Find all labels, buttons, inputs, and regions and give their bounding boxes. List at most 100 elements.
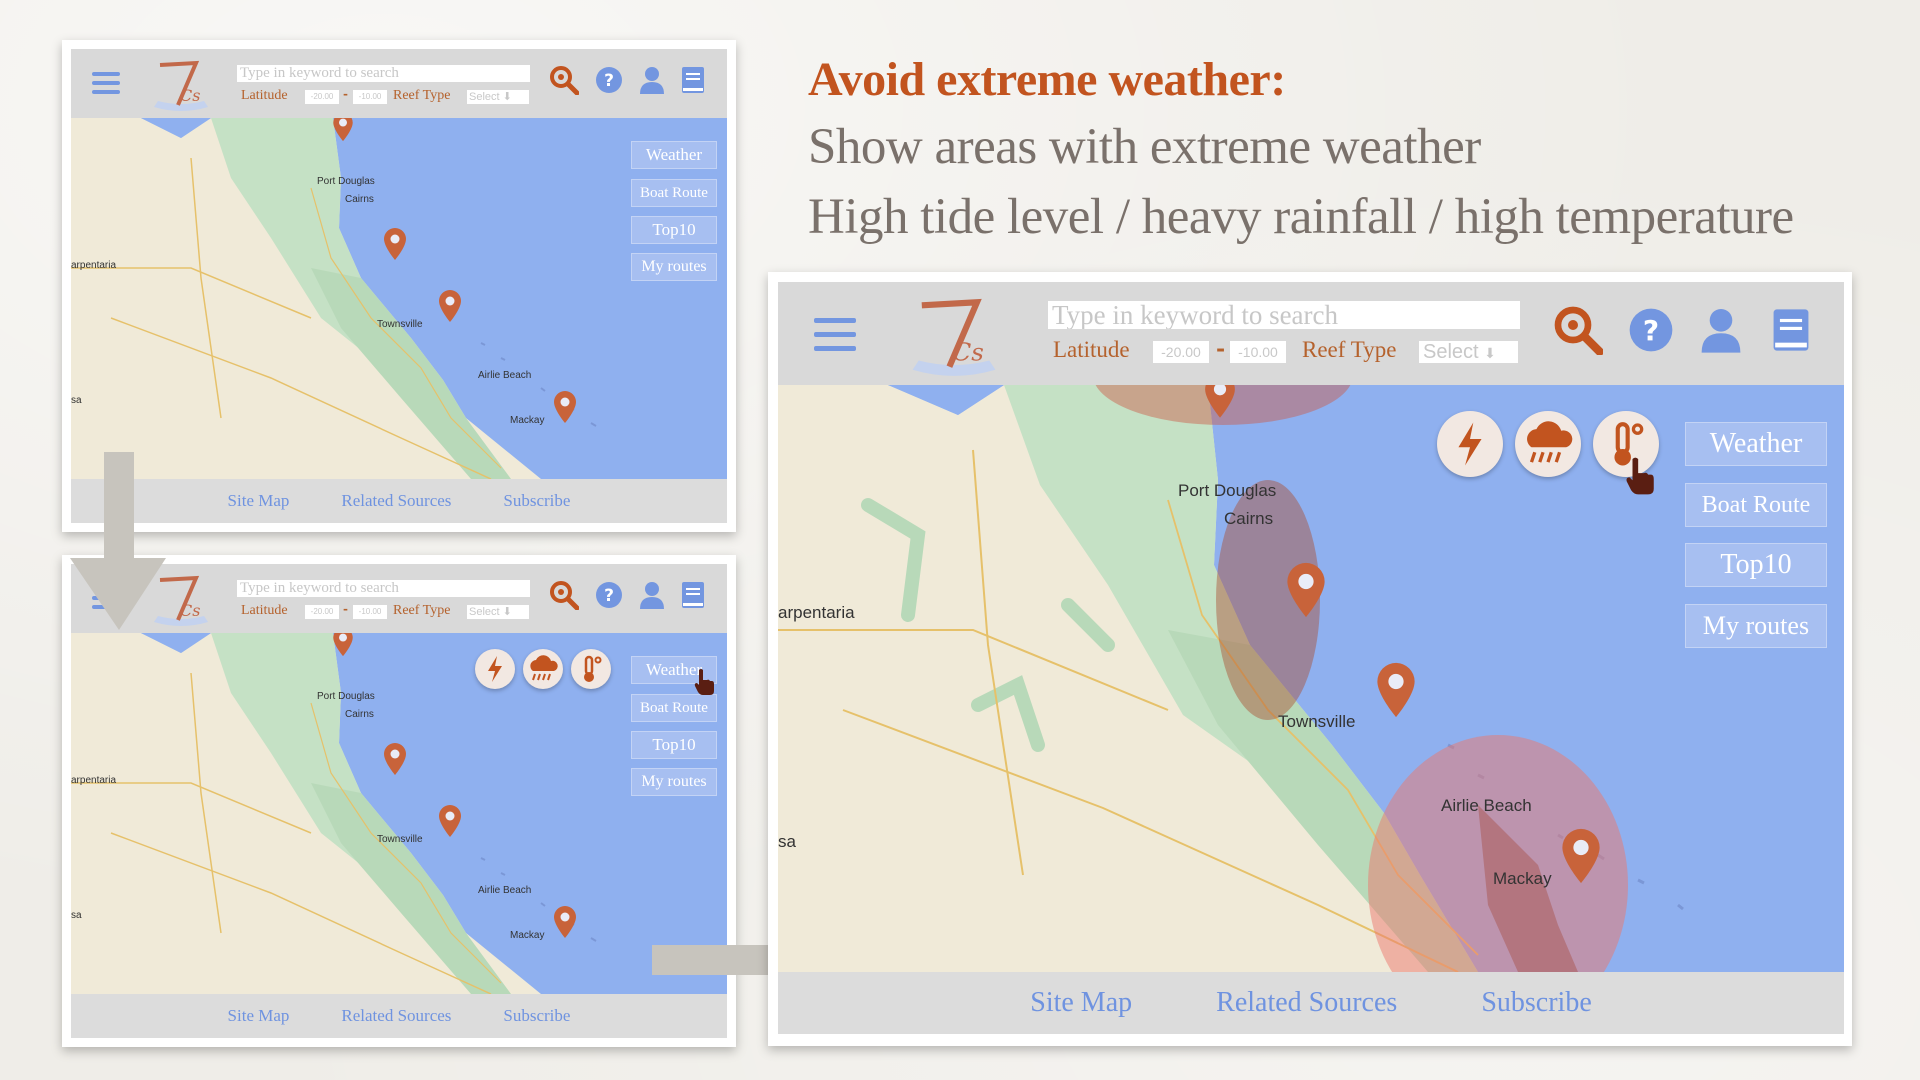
arrow-down-icon (70, 452, 166, 630)
map-pin-icon[interactable] (1198, 385, 1242, 419)
latitude-dash: - (343, 87, 348, 101)
place-label-port-douglas: Port Douglas (317, 691, 375, 702)
footer-link-subscribe[interactable]: Subscribe (1481, 987, 1591, 1019)
map-pin-icon[interactable] (437, 289, 463, 323)
user-icon[interactable] (1700, 307, 1742, 353)
book-icon[interactable] (1772, 307, 1810, 353)
chevron-down-icon: ⬇ (1484, 345, 1496, 361)
boat-route-button[interactable]: Boat Route (1685, 483, 1827, 527)
app-footer: Site Map Related Sources Subscribe (778, 972, 1844, 1034)
reef-type-select[interactable]: Select ⬇ (467, 90, 529, 104)
place-label-townsville: Townsville (377, 834, 423, 845)
footer-link-site-map[interactable]: Site Map (228, 491, 290, 511)
logo-icon: Cs (154, 60, 208, 111)
map-pin-icon[interactable] (552, 390, 578, 424)
latitude-max-input[interactable]: -10.00 (1230, 341, 1286, 363)
place-label-mackay: Mackay (510, 930, 545, 941)
slide-line-2: High tide level / heavy rainfall / high … (808, 189, 1794, 245)
footer-link-site-map[interactable]: Site Map (228, 1006, 290, 1026)
latitude-min-input[interactable]: -20.00 (1153, 341, 1209, 363)
user-icon[interactable] (639, 66, 665, 94)
my-routes-button[interactable]: My routes (631, 253, 717, 281)
map-view[interactable]: Port Douglas Cairns Townsville Airlie Be… (71, 118, 727, 479)
place-label-airlie-beach: Airlie Beach (478, 370, 532, 381)
logo-icon: Cs (912, 298, 996, 376)
footer-link-related-sources[interactable]: Related Sources (341, 491, 451, 511)
reef-type-select[interactable]: Select ⬇ (1419, 341, 1518, 363)
map-pin-icon[interactable] (330, 118, 356, 142)
boat-route-button[interactable]: Boat Route (631, 179, 717, 207)
search-icon[interactable] (1553, 305, 1603, 355)
map-pin-icon[interactable] (330, 633, 356, 657)
footer-link-subscribe[interactable]: Subscribe (503, 491, 570, 511)
latitude-max-input[interactable]: -10.00 (353, 90, 387, 104)
app-footer: Site Map Related Sources Subscribe (71, 994, 727, 1038)
chevron-down-icon: ⬇ (502, 606, 512, 618)
hand-cursor-icon (694, 669, 714, 695)
lightning-button[interactable] (475, 649, 515, 689)
map-pin-icon[interactable] (1284, 561, 1328, 619)
place-label-port-douglas: Port Douglas (1178, 481, 1277, 500)
place-label-sa: sa (71, 395, 82, 406)
latitude-min-input[interactable]: -20.00 (305, 605, 339, 619)
top10-button[interactable]: Top10 (631, 216, 717, 244)
map-view[interactable]: Port Douglas Cairns Townsville Airlie Be… (71, 633, 727, 994)
help-icon[interactable]: ? (1628, 307, 1674, 353)
search-input[interactable]: Type in keyword to search (237, 580, 530, 597)
latitude-min-input[interactable]: -20.00 (305, 90, 339, 104)
lightning-icon (488, 656, 502, 682)
reef-type-select-value: Select (1423, 341, 1479, 363)
latitude-dash: - (1216, 336, 1226, 362)
map-pin-icon[interactable] (1374, 661, 1418, 719)
place-label-airlie-beach: Airlie Beach (478, 885, 532, 896)
search-icon[interactable] (549, 580, 579, 610)
temperature-button[interactable] (571, 649, 611, 689)
search-input[interactable]: Type in keyword to search (237, 65, 530, 82)
weather-button[interactable]: Weather (631, 141, 717, 169)
rain-cloud-icon (530, 655, 558, 681)
search-input[interactable]: Type in keyword to search (1048, 301, 1520, 329)
map-pin-icon[interactable] (382, 227, 408, 261)
latitude-max-input[interactable]: -10.00 (353, 605, 387, 619)
map-pin-icon[interactable] (552, 905, 578, 939)
rain-cloud-icon (1527, 421, 1573, 463)
latitude-label: Latitude (241, 603, 288, 618)
weather-button[interactable]: Weather (1685, 422, 1827, 466)
footer-link-related-sources[interactable]: Related Sources (1216, 987, 1397, 1019)
footer-link-related-sources[interactable]: Related Sources (341, 1006, 451, 1026)
book-icon[interactable] (681, 66, 705, 94)
reef-type-select[interactable]: Select ⬇ (467, 605, 529, 619)
boat-route-button[interactable]: Boat Route (631, 694, 717, 722)
help-icon[interactable]: ? (595, 581, 623, 609)
map-pin-icon[interactable] (382, 742, 408, 776)
rain-button[interactable] (1515, 411, 1581, 477)
place-label-sa: sa (71, 910, 82, 921)
map-pin-icon[interactable] (437, 804, 463, 838)
map-view[interactable]: Port Douglas Cairns Townsville Airlie Be… (778, 385, 1844, 972)
hamburger-menu-icon[interactable] (92, 72, 120, 94)
map-pin-icon[interactable] (1559, 827, 1603, 885)
top10-button[interactable]: Top10 (1685, 543, 1827, 587)
help-icon[interactable]: ? (595, 66, 623, 94)
svg-text:?: ? (1643, 314, 1659, 347)
my-routes-button[interactable]: My routes (1685, 604, 1827, 648)
hamburger-menu-icon[interactable] (814, 318, 856, 351)
screenshot-frame-3: Cs Type in keyword to search Latitude -2… (768, 272, 1852, 1046)
user-icon[interactable] (639, 581, 665, 609)
rain-button[interactable] (523, 649, 563, 689)
map-land (778, 385, 1844, 972)
footer-link-site-map[interactable]: Site Map (1030, 987, 1132, 1019)
book-icon[interactable] (681, 581, 705, 609)
svg-text:?: ? (604, 586, 614, 606)
top10-button[interactable]: Top10 (631, 731, 717, 759)
app-screen: Cs Type in keyword to search Latitude -2… (71, 564, 727, 1038)
search-icon[interactable] (549, 65, 579, 95)
svg-text:Cs: Cs (180, 601, 200, 620)
place-label-carpentaria: arpentaria (778, 603, 855, 622)
my-routes-button[interactable]: My routes (631, 768, 717, 796)
slide-heading: Avoid extreme weather: Show areas with e… (808, 48, 1794, 252)
place-label-cairns: Cairns (345, 194, 374, 205)
lightning-button[interactable] (1437, 411, 1503, 477)
footer-link-subscribe[interactable]: Subscribe (503, 1006, 570, 1026)
reef-type-select-value: Select (469, 91, 500, 103)
